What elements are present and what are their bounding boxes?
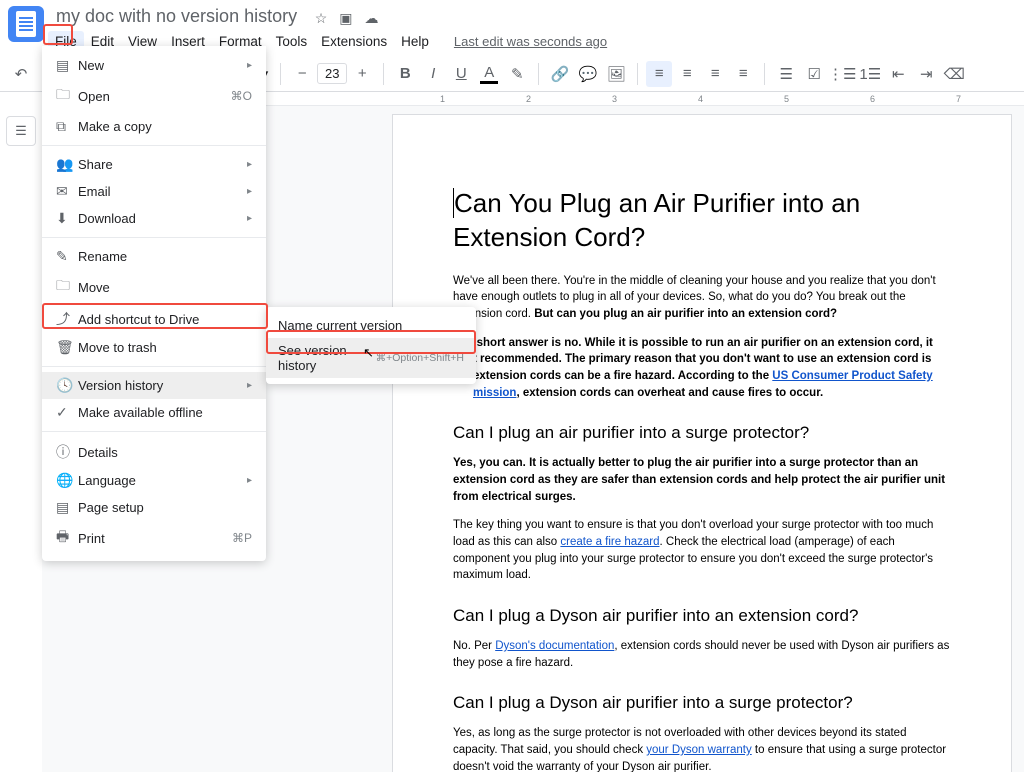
clearformat-button[interactable]: ⌫: [941, 61, 967, 87]
ruler-tick: 1: [440, 94, 445, 104]
bulletlist-button[interactable]: ⋮☰: [829, 61, 855, 87]
menu-tools[interactable]: Tools: [269, 31, 315, 52]
heading-2: Can I plug an air purifier into a surge …: [453, 423, 951, 443]
bold-button[interactable]: B: [392, 61, 418, 87]
align-justify-button[interactable]: ≡: [730, 61, 756, 87]
menu-shortcut[interactable]: ⤴Add shortcut to Drive: [42, 304, 266, 334]
menu-help[interactable]: Help: [394, 31, 436, 52]
ruler-tick: 3: [612, 94, 617, 104]
textcolor-button[interactable]: A: [476, 61, 502, 87]
paragraph: We've all been there. You're in the midd…: [453, 273, 951, 323]
align-right-button[interactable]: ≡: [702, 61, 728, 87]
menu-trash[interactable]: 🗑Move to trash: [42, 334, 266, 361]
star-icon[interactable]: ☆: [315, 10, 328, 27]
menu-new[interactable]: ▤New▸: [42, 52, 266, 79]
menu-print[interactable]: 🖶Print⌘P: [42, 521, 266, 555]
menu-move[interactable]: 🗀Move: [42, 270, 266, 304]
comment-button[interactable]: 💬: [575, 61, 601, 87]
indent-button[interactable]: ⇥: [913, 61, 939, 87]
paragraph: No. Per Dyson's documentation, extension…: [453, 638, 951, 671]
numberlist-button[interactable]: 1☰: [857, 61, 883, 87]
ruler-tick: 4: [698, 94, 703, 104]
last-edit-link[interactable]: Last edit was seconds ago: [454, 34, 607, 49]
ruler-tick: 2: [526, 94, 531, 104]
heading-1: Can You Plug an Air Purifier into an Ext…: [453, 187, 951, 255]
menu-language[interactable]: 🌐Language▸: [42, 467, 266, 494]
document-page[interactable]: Can You Plug an Air Purifier into an Ext…: [392, 114, 1012, 772]
link-fire[interactable]: create a fire hazard: [560, 536, 659, 548]
checklist-button[interactable]: ☑: [801, 61, 827, 87]
menu-version-history[interactable]: 🕓Version history▸: [42, 372, 266, 399]
menu-pagesetup[interactable]: ▤Page setup: [42, 494, 266, 521]
link-dyson-docs[interactable]: Dyson's documentation: [495, 640, 614, 652]
linespacing-button[interactable]: ☰: [773, 61, 799, 87]
cloud-icon[interactable]: ☁: [365, 10, 379, 27]
docs-logo[interactable]: [8, 6, 44, 42]
menu-share[interactable]: 👥Share▸: [42, 151, 266, 178]
fontsize-dec[interactable]: −: [289, 61, 315, 87]
heading-2: Can I plug a Dyson air purifier into an …: [453, 606, 951, 626]
file-menu-dropdown: ▤New▸ 🗀Open⌘O ⧉Make a copy 👥Share▸ ✉Emai…: [42, 46, 266, 561]
cursor-icon: ↖: [363, 345, 374, 361]
menu-rename[interactable]: ✎Rename: [42, 243, 266, 270]
ruler-tick: 7: [956, 94, 961, 104]
underline-button[interactable]: U: [448, 61, 474, 87]
fontsize-input[interactable]: 23: [317, 63, 347, 84]
link-button[interactable]: 🔗: [547, 61, 573, 87]
paragraph: The short answer is no. While it is poss…: [453, 335, 951, 402]
link-dyson-warranty[interactable]: your Dyson warranty: [646, 744, 751, 756]
fontsize-inc[interactable]: +: [349, 61, 375, 87]
paragraph: Yes, you can. It is actually better to p…: [453, 455, 951, 505]
menu-open[interactable]: 🗀Open⌘O: [42, 79, 266, 113]
align-left-button[interactable]: ≡: [646, 61, 672, 87]
link-cpsc[interactable]: US Consumer Product Safety: [772, 370, 932, 382]
outdent-button[interactable]: ⇤: [885, 61, 911, 87]
menu-offline[interactable]: ✓Make available offline: [42, 399, 266, 426]
outline-button[interactable]: ☰: [6, 116, 36, 146]
italic-button[interactable]: I: [420, 61, 446, 87]
ruler-tick: 6: [870, 94, 875, 104]
menu-makecopy[interactable]: ⧉Make a copy: [42, 113, 266, 140]
menu-details[interactable]: ⓘDetails: [42, 437, 266, 467]
submenu-name-version[interactable]: Name current version: [266, 313, 476, 338]
undo-button[interactable]: ↶: [8, 61, 34, 87]
paragraph: Yes, as long as the surge protector is n…: [453, 725, 951, 772]
highlight-button[interactable]: ✎: [504, 61, 530, 87]
align-center-button[interactable]: ≡: [674, 61, 700, 87]
heading-2: Can I plug a Dyson air purifier into a s…: [453, 693, 951, 713]
menu-email[interactable]: ✉Email▸: [42, 178, 266, 205]
menu-extensions[interactable]: Extensions: [314, 31, 394, 52]
image-button[interactable]: 🖼: [603, 61, 629, 87]
move-icon[interactable]: ▣: [339, 10, 352, 27]
menu-download[interactable]: ⬇Download▸: [42, 205, 266, 232]
ruler-tick: 5: [784, 94, 789, 104]
paragraph: The key thing you want to ensure is that…: [453, 517, 951, 584]
doc-title[interactable]: my doc with no version history: [50, 4, 303, 28]
